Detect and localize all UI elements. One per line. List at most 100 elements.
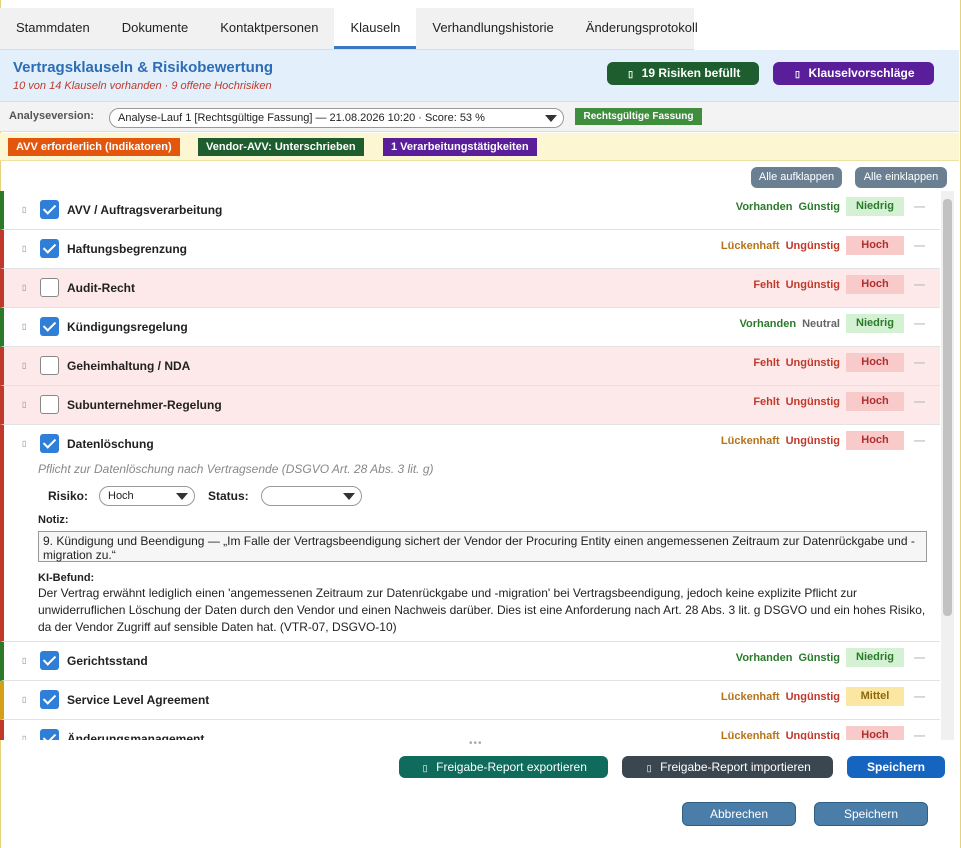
resize-grip-icon[interactable]: ••• — [469, 738, 483, 749]
clause-status-group: Fehlt Ungünstig Hoch — — [753, 353, 926, 372]
clause-status-group: Fehlt Ungünstig Hoch — — [753, 275, 926, 294]
expand-toggle-icon[interactable]: ▯ — [22, 734, 29, 740]
clause-list: ▯ AVV / Auftragsverarbeitung Vorhanden Güns… — [0, 191, 941, 740]
clause-description: Pflicht zur Datenlöschung nach Vertragse… — [38, 462, 434, 476]
risks-button[interactable]: ▯ 19 Risiken befüllt — [607, 62, 759, 85]
clause-checkbox[interactable] — [40, 651, 59, 670]
save-primary-button[interactable]: Speichern — [847, 756, 945, 778]
clause-checkbox[interactable] — [40, 278, 59, 297]
tab-klauseln[interactable]: Klauseln — [334, 8, 417, 49]
indicator-row: AVV erforderlich (Indikatoren) Vendor-AV… — [0, 133, 959, 161]
clause-row[interactable]: ▯ Gerichtsstand Vorhanden Günstig Niedrig — — [0, 642, 940, 681]
clause-assessment: Ungünstig — [785, 395, 840, 408]
expand-toggle-icon[interactable]: ▯ — [22, 695, 29, 704]
clause-title: Gerichtsstand — [67, 654, 148, 668]
row-menu-icon[interactable]: — — [914, 652, 926, 664]
clause-row[interactable]: ▯ Subunternehmer-Regelung Fehlt Ungünstig Ho… — [0, 386, 940, 425]
expand-toggle-icon[interactable]: ▯ — [22, 283, 29, 292]
analysis-version-select[interactable]: Analyse-Lauf 1 [Rechtsgültige Fassung] —… — [109, 108, 564, 128]
note-textarea[interactable]: 9. Kündigung und Beendigung — „Im Falle … — [38, 531, 927, 562]
clause-row[interactable]: ▯ AVV / Auftragsverarbeitung Vorhanden Güns… — [0, 191, 940, 230]
collapse-all-button[interactable]: Alle einklappen — [855, 167, 947, 188]
clause-checkbox[interactable] — [40, 200, 59, 219]
row-menu-icon[interactable]: — — [914, 201, 926, 213]
status-select[interactable] — [261, 486, 362, 506]
risk-select[interactable]: Hoch — [99, 486, 195, 506]
clause-row[interactable]: ▯ Datenlöschung Lückenhaft Ungünstig Hoch — — [0, 425, 940, 464]
clause-checkbox[interactable] — [40, 317, 59, 336]
clause-status-group: Fehlt Ungünstig Hoch — — [753, 392, 926, 411]
save-button[interactable]: Speichern — [814, 802, 928, 826]
risk-badge: Hoch — [846, 275, 904, 294]
risk-badge: Hoch — [846, 726, 904, 740]
clause-title: Geheimhaltung / NDA — [67, 359, 191, 373]
clause-checkbox[interactable] — [40, 434, 59, 453]
clause-assessment: Günstig — [798, 200, 840, 213]
clause-checkbox[interactable] — [40, 239, 59, 258]
clause-title: AVV / Auftragsverarbeitung — [67, 203, 223, 217]
clause-assessment: Ungünstig — [785, 729, 840, 741]
row-menu-icon[interactable]: — — [914, 730, 926, 741]
expand-toggle-icon[interactable]: ▯ — [22, 439, 29, 448]
tab-stammdaten[interactable]: Stammdaten — [0, 8, 106, 49]
tab-aenderungsprotokoll[interactable]: Änderungsprotokoll — [570, 8, 714, 49]
expand-toggle-icon[interactable]: ▯ — [22, 400, 29, 409]
scrollbar-thumb[interactable] — [943, 199, 952, 616]
suggestions-button-label: Klauselvorschläge — [808, 66, 915, 80]
row-menu-icon[interactable]: — — [914, 279, 926, 291]
expand-all-button[interactable]: Alle aufklappen — [751, 167, 842, 188]
tab-verhandlungshistorie[interactable]: Verhandlungshistorie — [416, 8, 569, 49]
risk-badge: Niedrig — [846, 648, 904, 667]
clause-checkbox[interactable] — [40, 690, 59, 709]
tab-dokumente[interactable]: Dokumente — [106, 8, 204, 49]
clause-row[interactable]: ▯ Geheimhaltung / NDA Fehlt Ungünstig Hoch — — [0, 347, 940, 386]
clause-row[interactable]: ▯ Service Level Agreement Lückenhaft Ungüns… — [0, 681, 940, 720]
row-menu-icon[interactable]: — — [914, 318, 926, 330]
warning-icon: ▯ — [628, 69, 634, 79]
expand-toggle-icon[interactable]: ▯ — [22, 244, 29, 253]
cancel-button[interactable]: Abbrechen — [682, 802, 796, 826]
expand-toggle-icon[interactable]: ▯ — [22, 322, 29, 331]
clause-status-group: Vorhanden Günstig Niedrig — — [736, 197, 926, 216]
clause-presence: Lückenhaft — [720, 239, 780, 252]
clause-checkbox[interactable] — [40, 356, 59, 375]
clause-presence: Lückenhaft — [720, 729, 780, 741]
clause-checkbox[interactable] — [40, 395, 59, 414]
clause-title: Service Level Agreement — [67, 693, 210, 707]
risk-select-value: Hoch — [108, 490, 134, 502]
chevron-down-icon — [545, 115, 557, 122]
risk-label: Risiko: — [48, 489, 89, 503]
clause-assessment: Ungünstig — [785, 356, 840, 369]
clause-assessment: Ungünstig — [785, 690, 840, 703]
row-menu-icon[interactable]: — — [914, 435, 926, 447]
page-title: Vertragsklauseln & Risikobewertung — [13, 59, 274, 76]
risk-badge: Hoch — [846, 431, 904, 450]
expand-toggle-icon[interactable]: ▯ — [22, 656, 29, 665]
export-report-button[interactable]: ▯ Freigabe-Report exportieren — [399, 756, 608, 778]
valid-version-badge: Rechtsgültige Fassung — [575, 108, 702, 125]
row-menu-icon[interactable]: — — [914, 357, 926, 369]
clause-row[interactable]: ▯ Kündigungsregelung Vorhanden Neutral Niedr… — [0, 308, 940, 347]
clause-title: Audit-Recht — [67, 281, 135, 295]
risks-button-label: 19 Risiken befüllt — [641, 66, 741, 80]
upload-icon: ▯ — [646, 763, 652, 773]
clause-row[interactable]: ▯ Änderungsmanagement Lückenhaft Ungünstig H… — [0, 720, 940, 740]
import-report-button[interactable]: ▯ Freigabe-Report importieren — [622, 756, 833, 778]
suggestions-button[interactable]: ▯ Klauselvorschläge — [773, 62, 934, 85]
row-menu-icon[interactable]: — — [914, 396, 926, 408]
ki-finding-label: KI-Befund: — [38, 572, 95, 584]
clause-row[interactable]: ▯ Audit-Recht Fehlt Ungünstig Hoch — — [0, 269, 940, 308]
clause-status-group: Lückenhaft Ungünstig Hoch — — [721, 236, 926, 255]
risk-badge: Mittel — [846, 687, 904, 706]
tab-kontaktpersonen[interactable]: Kontaktpersonen — [204, 8, 334, 49]
analysis-row: Analyseversion: Analyse-Lauf 1 [Rechtsgü… — [0, 102, 959, 132]
clause-checkbox[interactable] — [40, 729, 59, 740]
clause-row[interactable]: ▯ Haftungsbegrenzung Lückenhaft Ungünstig Ho… — [0, 230, 940, 269]
analysis-label: Analyseversion: — [9, 110, 94, 122]
row-menu-icon[interactable]: — — [914, 240, 926, 252]
expand-toggle-icon[interactable]: ▯ — [22, 205, 29, 214]
row-menu-icon[interactable]: — — [914, 691, 926, 703]
expand-toggle-icon[interactable]: ▯ — [22, 361, 29, 370]
clause-title: Haftungsbegrenzung — [67, 242, 187, 256]
clause-presence: Lückenhaft — [720, 434, 780, 447]
